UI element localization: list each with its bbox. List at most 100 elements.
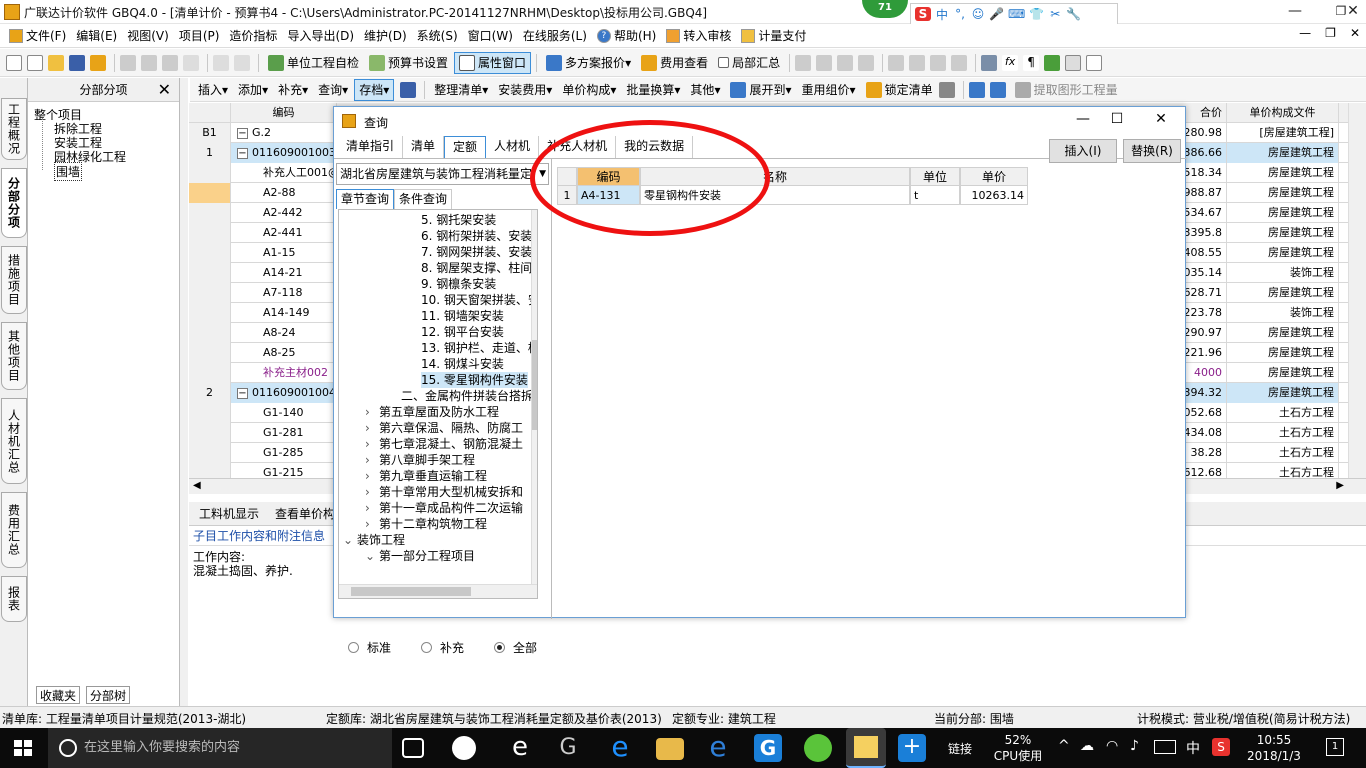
replace-button[interactable]: 替换(R) [1123, 139, 1181, 163]
tree-node[interactable]: ⌄ 装饰工程 [343, 532, 405, 548]
tree-node[interactable]: 二、金属构件拼装台搭拆 [401, 388, 533, 404]
cell-code[interactable]: A14-21 [231, 263, 337, 283]
tree-node[interactable]: 5. 钢托架安装 [421, 212, 496, 228]
tab-labor-material-summary[interactable]: 人材机汇总 [1, 398, 27, 484]
cell-code[interactable]: G1-285 [231, 443, 337, 463]
grid-vertical-scrollbar[interactable] [1348, 103, 1366, 480]
windows-start-icon[interactable] [14, 740, 32, 756]
scissors-icon[interactable]: ✂ [1048, 7, 1062, 21]
quota-library-select[interactable]: 湖北省房屋建筑与装饰工程消耗量定 ▼ [336, 163, 549, 185]
calculator-icon[interactable] [981, 54, 998, 71]
tab-fee-summary[interactable]: 费用汇总 [1, 492, 27, 568]
binoculars-icon[interactable] [400, 81, 417, 98]
wrench-icon[interactable]: 🔧 [1066, 7, 1081, 21]
tree-node[interactable]: › 第六章保温、隔热、防腐工 [365, 420, 523, 436]
tab-list-guide[interactable]: 清单指引 [338, 136, 404, 158]
batch-convert-button[interactable]: 批量换算 ▾ [622, 79, 684, 101]
cell-code[interactable]: A2-88 [231, 183, 337, 203]
radio-circle[interactable] [348, 642, 359, 653]
tree-node[interactable]: 13. 钢护栏、走道、梯 [421, 340, 537, 356]
cell-file[interactable]: 装饰工程 [1227, 303, 1339, 323]
insert-button[interactable]: 插入 ▾ [194, 79, 232, 101]
cell-code[interactable]: 补充主材002 [231, 363, 337, 383]
sogou-tray-icon[interactable]: S [1212, 738, 1230, 756]
list-icon[interactable] [1086, 54, 1103, 71]
collapse-icon[interactable]: − [237, 388, 248, 399]
tab-measures[interactable]: 措施项目 [1, 246, 27, 314]
cell-file[interactable]: 房屋建筑工程 [1227, 363, 1339, 383]
install-fee-button[interactable]: 安装费用 ▾ [494, 79, 556, 101]
last-icon[interactable] [858, 54, 875, 71]
tree-node[interactable]: › 第七章混凝土、钢筋混凝土 [365, 436, 523, 452]
cell-code[interactable]: A7-118 [231, 283, 337, 303]
book-icon[interactable] [1044, 54, 1061, 71]
unit-price-button[interactable]: 单价构成 ▾ [558, 79, 620, 101]
tree-expander-icon[interactable]: › [365, 500, 379, 516]
tab-project-overview[interactable]: 工程概况 [1, 98, 27, 160]
tab-chapter-query[interactable]: 章节查询 [336, 189, 395, 209]
mdi-restore[interactable]: ❐ [1325, 26, 1336, 40]
fan-app-icon[interactable] [452, 736, 476, 760]
edge-icon[interactable]: e [606, 733, 634, 762]
tree-node[interactable]: 9. 钢檩条安装 [421, 276, 496, 292]
result-header-price[interactable]: 单价 [960, 167, 1028, 186]
mdi-close[interactable]: ✕ [1350, 26, 1360, 40]
radio-all[interactable]: 全部 [494, 639, 537, 656]
tree-expander-icon[interactable]: › [365, 420, 379, 436]
cell-file[interactable]: [房屋建筑工程] [1227, 123, 1339, 143]
tree-node[interactable]: 12. 钢平台安装 [421, 324, 504, 340]
ime-indicator[interactable]: 中 [1186, 738, 1200, 758]
cell-code[interactable]: −011609001003 [231, 143, 337, 163]
menu-file[interactable]: 文件(F) [4, 25, 71, 47]
organize-list-button[interactable]: 整理清单 ▾ [430, 79, 492, 101]
keyboard-icon[interactable]: ⌨ [1008, 7, 1025, 21]
arrow-down-icon[interactable] [989, 81, 1006, 98]
notification-center-icon[interactable]: 1 [1326, 738, 1344, 756]
up-icon[interactable] [930, 54, 947, 71]
tree-horizontal-scrollbar[interactable] [339, 584, 537, 598]
query-button[interactable]: 查询 ▾ [314, 79, 352, 101]
minimize-button[interactable]: — [1272, 0, 1318, 24]
tree-node[interactable]: › 第九章垂直运输工程 [365, 468, 487, 484]
new-icon[interactable] [27, 54, 43, 71]
mdi-minimize[interactable]: — [1299, 26, 1311, 40]
menu-transfer-audit[interactable]: 转入审核 [661, 25, 736, 47]
cell-code[interactable]: G1-140 [231, 403, 337, 423]
taskbar-search[interactable]: 在这里输入你要搜索的内容 [48, 728, 392, 768]
expand-to-button[interactable]: 展开到 ▾ [726, 79, 795, 101]
cell-file[interactable]: 房屋建筑工程 [1227, 283, 1339, 303]
cell-code[interactable]: −011609001004 [231, 383, 337, 403]
menu-help[interactable]: ? 帮助(H) [592, 25, 661, 47]
volume-icon[interactable]: ♪ [1130, 738, 1139, 754]
left-icon[interactable] [888, 54, 905, 71]
tree-expander-icon[interactable]: ⌄ [365, 548, 379, 564]
cell-code[interactable]: G1-281 [231, 423, 337, 443]
dialog-close-button[interactable]: ✕ [1146, 111, 1176, 131]
checkbox-icon[interactable] [718, 57, 730, 68]
skin-icon[interactable]: 👕 [1029, 7, 1044, 21]
tree-expander-icon[interactable]: ⌄ [343, 532, 357, 548]
radio-circle[interactable] [421, 642, 433, 653]
cell-file[interactable]: 土石方工程 [1227, 423, 1339, 443]
radio-standard[interactable]: 标准 [348, 639, 391, 656]
right-icon[interactable] [909, 54, 926, 71]
cell-file[interactable]: 房屋建筑工程 [1227, 203, 1339, 223]
tab-labor-material-display[interactable]: 工料机显示 [193, 505, 265, 522]
cell-file[interactable]: 装饰工程 [1227, 263, 1339, 283]
cell-code[interactable]: A14-149 [231, 303, 337, 323]
tab-division-tree[interactable]: 分部树 [86, 686, 131, 704]
tree-node[interactable]: 7. 钢网架拼装、安装 [421, 244, 532, 260]
tab-favorites[interactable]: 收藏夹 [36, 686, 81, 704]
menu-view[interactable]: 视图(V) [122, 25, 174, 47]
radio-circle[interactable] [494, 642, 506, 653]
plus-app-icon[interactable]: + [898, 734, 926, 762]
glodon-app-icon[interactable]: G [754, 734, 782, 762]
tree-node[interactable]: 14. 钢煤斗安装 [421, 356, 504, 372]
tree-expander-icon[interactable]: › [365, 452, 379, 468]
menu-system[interactable]: 系统(S) [412, 25, 463, 47]
cell-file[interactable]: 土石方工程 [1227, 403, 1339, 423]
ime-punct[interactable]: °, [953, 7, 967, 21]
cell-file[interactable]: 房屋建筑工程 [1227, 383, 1339, 403]
lock-list-button[interactable]: 锁定清单 [862, 79, 937, 101]
cell-code[interactable]: − G.2 [231, 123, 337, 143]
